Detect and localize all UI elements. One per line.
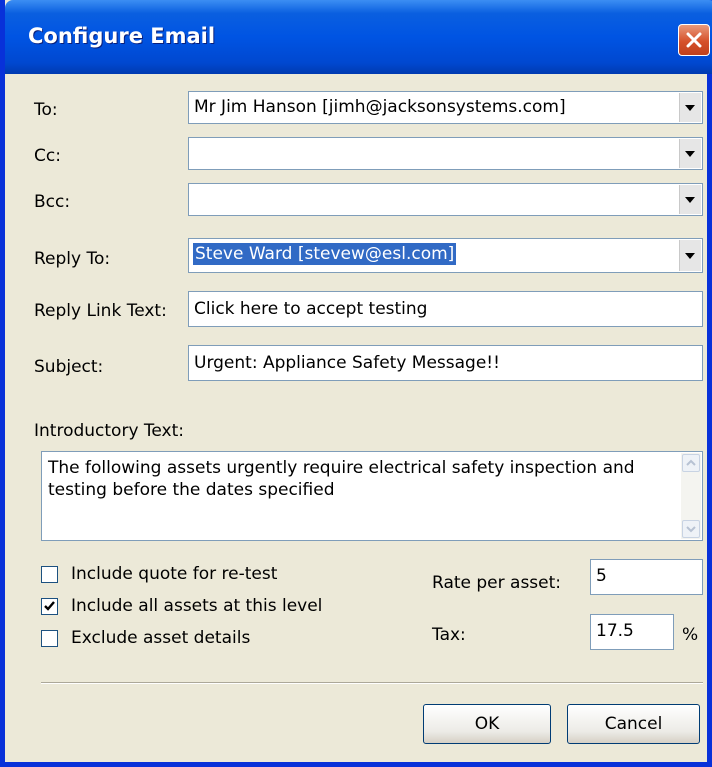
include-quote-checkbox[interactable] xyxy=(41,566,58,583)
tax-label: Tax: xyxy=(432,625,466,645)
chevron-down-icon xyxy=(685,150,695,157)
chevron-down-icon xyxy=(686,526,696,533)
cc-label: Cc: xyxy=(34,146,61,166)
tax-percent-unit: % xyxy=(682,625,699,645)
chevron-down-icon xyxy=(685,196,695,203)
to-combobox[interactable]: Mr Jim Hanson [jimh@jacksonsystems.com] xyxy=(188,91,703,124)
tax-input[interactable]: 17.5 xyxy=(590,614,674,650)
window-title: Configure Email xyxy=(28,24,216,48)
to-value: Mr Jim Hanson [jimh@jacksonsystems.com] xyxy=(194,97,566,117)
reply-to-combobox[interactable]: Steve Ward [stevew@esl.com] xyxy=(188,238,703,273)
reply-link-text-value: Click here to accept testing xyxy=(194,299,428,319)
reply-to-label: Reply To: xyxy=(34,249,111,269)
subject-value: Urgent: Appliance Safety Message!! xyxy=(194,353,500,373)
reply-link-text-input[interactable]: Click here to accept testing xyxy=(188,291,703,327)
close-icon xyxy=(686,32,702,48)
close-button[interactable] xyxy=(678,24,710,56)
separator xyxy=(41,682,703,684)
configure-email-dialog: Configure Email To: Mr Jim Hanson [jimh@… xyxy=(0,0,712,767)
bcc-dropdown-button[interactable] xyxy=(679,185,701,214)
reply-link-text-label: Reply Link Text: xyxy=(34,301,167,321)
check-icon xyxy=(44,601,55,611)
subject-label: Subject: xyxy=(34,357,104,377)
reply-to-value: Steve Ward [stevew@esl.com] xyxy=(193,243,457,265)
scroll-up-button[interactable] xyxy=(682,454,700,472)
intro-text-area[interactable]: The following assets urgently require el… xyxy=(41,451,703,541)
reply-to-dropdown-button[interactable] xyxy=(679,240,701,271)
intro-scrollbar[interactable] xyxy=(681,453,701,539)
ok-button[interactable]: OK xyxy=(423,704,551,744)
title-bar[interactable]: Configure Email xyxy=(5,0,712,74)
to-label: To: xyxy=(34,100,58,120)
chevron-up-icon xyxy=(686,459,696,466)
exclude-details-label[interactable]: Exclude asset details xyxy=(71,628,250,648)
include-all-checkbox[interactable] xyxy=(41,598,58,615)
scroll-down-button[interactable] xyxy=(682,520,700,538)
bcc-combobox[interactable] xyxy=(188,183,703,216)
include-all-label[interactable]: Include all assets at this level xyxy=(71,596,322,616)
subject-input[interactable]: Urgent: Appliance Safety Message!! xyxy=(188,345,703,381)
chevron-down-icon xyxy=(685,104,695,111)
rate-input[interactable]: 5 xyxy=(590,559,703,595)
cancel-button[interactable]: Cancel xyxy=(567,704,700,744)
bcc-label: Bcc: xyxy=(34,192,71,212)
rate-value: 5 xyxy=(596,566,607,586)
intro-text-value: The following assets urgently require el… xyxy=(48,458,635,500)
tax-value: 17.5 xyxy=(596,621,634,641)
chevron-down-icon xyxy=(685,252,695,259)
intro-text-label: Introductory Text: xyxy=(34,421,185,441)
cc-combobox[interactable] xyxy=(188,137,703,170)
to-dropdown-button[interactable] xyxy=(679,93,701,122)
rate-label: Rate per asset: xyxy=(432,573,562,593)
cc-dropdown-button[interactable] xyxy=(679,139,701,168)
exclude-details-checkbox[interactable] xyxy=(41,630,58,647)
include-quote-label[interactable]: Include quote for re-test xyxy=(71,564,277,584)
